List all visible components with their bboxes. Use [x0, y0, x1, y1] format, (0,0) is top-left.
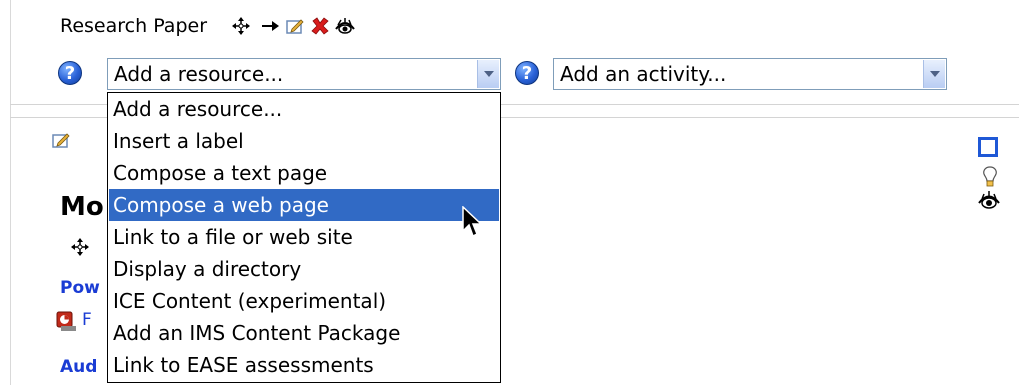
- help-question-icon[interactable]: ?: [515, 61, 539, 85]
- chevron-down-icon[interactable]: [477, 60, 499, 88]
- left-border: [10, 0, 11, 385]
- section-title: Research Paper: [60, 14, 207, 38]
- option-display-directory[interactable]: Display a directory: [109, 253, 499, 285]
- move-icon[interactable]: [70, 237, 90, 257]
- file-link-row[interactable]: F: [56, 310, 106, 334]
- powerpoint-file-icon: [56, 311, 76, 331]
- option-add-resource[interactable]: Add a resource...: [109, 93, 499, 125]
- add-activity-select-value: Add an activity...: [560, 62, 727, 86]
- option-compose-text-page[interactable]: Compose a text page: [109, 157, 499, 189]
- edit-icon[interactable]: [52, 131, 70, 149]
- add-resource-select[interactable]: Add a resource...: [107, 58, 501, 90]
- one-column-icon[interactable]: [977, 136, 999, 158]
- option-compose-web-page[interactable]: Compose a web page: [109, 189, 499, 221]
- option-insert-label[interactable]: Insert a label: [109, 125, 499, 157]
- help-question-icon[interactable]: ?: [58, 61, 82, 85]
- edit-icon[interactable]: [286, 17, 304, 35]
- add-resource-select-value: Add a resource...: [114, 62, 284, 86]
- option-ice-content[interactable]: ICE Content (experimental): [109, 285, 499, 317]
- resource-link-pow[interactable]: Pow: [60, 278, 100, 298]
- section-icons: [231, 14, 411, 38]
- delete-icon[interactable]: [310, 16, 330, 36]
- add-activity-select[interactable]: Add an activity...: [553, 58, 947, 90]
- option-ease-assessments[interactable]: Link to EASE assessments: [109, 349, 499, 381]
- mouse-cursor-icon: [462, 206, 483, 238]
- option-link-file-web-site[interactable]: Link to a file or web site: [109, 221, 499, 253]
- section-title-text: Research Paper: [60, 15, 207, 37]
- resource-link-aud[interactable]: Aud: [60, 357, 97, 377]
- section-heading: Mo: [60, 192, 104, 222]
- lightbulb-icon[interactable]: [982, 166, 998, 188]
- file-link-text[interactable]: F: [82, 310, 92, 330]
- eye-icon[interactable]: [335, 17, 355, 35]
- option-ims-content-package[interactable]: Add an IMS Content Package: [109, 317, 499, 349]
- arrow-right-icon[interactable]: [261, 18, 281, 34]
- eye-icon[interactable]: [978, 190, 1000, 210]
- add-resource-dropdown-list: Add a resource... Insert a label Compose…: [107, 92, 501, 383]
- move-icon[interactable]: [231, 16, 251, 36]
- chevron-down-icon[interactable]: [923, 60, 945, 88]
